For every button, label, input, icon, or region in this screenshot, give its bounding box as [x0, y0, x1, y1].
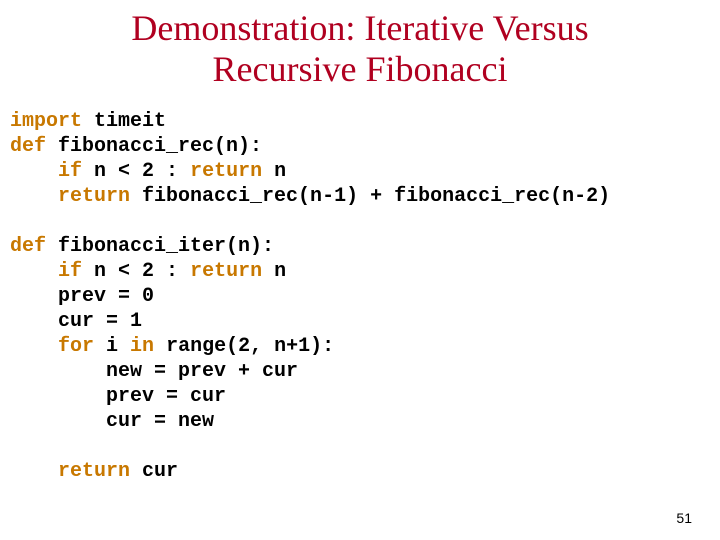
kw-def: def [10, 235, 46, 258]
code-text: range(2, n+1): [154, 335, 334, 358]
kw-for: for [58, 335, 94, 358]
kw-import: import [10, 110, 82, 133]
code-text: fibonacci_iter(n): [46, 235, 274, 258]
code-text: new = prev + cur [10, 360, 298, 383]
code-text: n < 2 : [82, 160, 190, 183]
code-text: n < 2 : [82, 260, 190, 283]
kw-return: return [58, 185, 130, 208]
code-block: import timeit def fibonacci_rec(n): if n… [0, 91, 720, 484]
kw-def: def [10, 135, 46, 158]
code-text: prev = 0 [10, 285, 154, 308]
kw-return: return [190, 160, 262, 183]
code-text: fibonacci_rec(n-1) + fibonacci_rec(n-2) [130, 185, 610, 208]
code-text: n [262, 260, 286, 283]
kw-in: in [130, 335, 154, 358]
code-text: cur = new [10, 410, 214, 433]
kw-return: return [58, 460, 130, 483]
code-text: n [262, 160, 286, 183]
code-text: prev = cur [10, 385, 226, 408]
title-line-1: Demonstration: Iterative Versus [131, 8, 588, 48]
kw-if: if [58, 160, 82, 183]
code-text: timeit [82, 110, 166, 133]
slide-title: Demonstration: Iterative Versus Recursiv… [0, 0, 720, 91]
kw-if: if [58, 260, 82, 283]
code-text: cur = 1 [10, 310, 142, 333]
title-line-2: Recursive Fibonacci [213, 49, 508, 89]
kw-return: return [190, 260, 262, 283]
code-text: cur [130, 460, 178, 483]
code-text: fibonacci_rec(n): [46, 135, 262, 158]
code-text: i [94, 335, 130, 358]
page-number: 51 [676, 510, 692, 526]
